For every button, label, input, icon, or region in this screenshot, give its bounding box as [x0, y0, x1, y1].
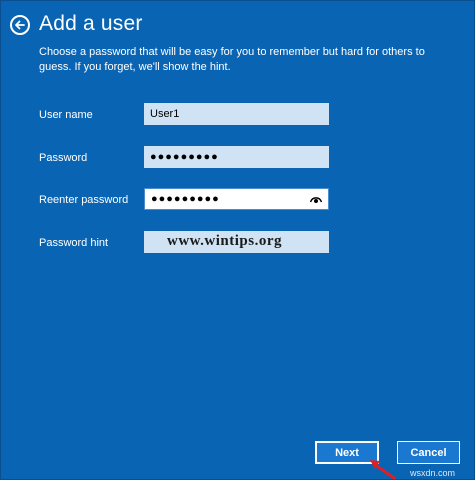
- username-label: User name: [39, 109, 93, 121]
- username-value: User1: [150, 108, 180, 120]
- page-subtitle: Choose a password that will be easy for …: [39, 46, 425, 73]
- password-field[interactable]: ●●●●●●●●●: [144, 146, 329, 168]
- reenter-password-label: Reenter password: [39, 194, 129, 206]
- cancel-button[interactable]: Cancel: [397, 441, 460, 464]
- password-value: ●●●●●●●●●: [150, 151, 219, 163]
- password-label: Password: [39, 152, 88, 164]
- back-button[interactable]: [10, 15, 30, 35]
- reenter-password-value: ●●●●●●●●●: [151, 193, 220, 205]
- page-title: Add a user: [39, 12, 143, 35]
- password-hint-label: Password hint: [39, 237, 109, 249]
- site-watermark: wsxdn.com: [410, 468, 456, 478]
- watermark: www.wintips.org: [167, 233, 283, 249]
- back-arrow-icon: [15, 20, 25, 30]
- reenter-password-field[interactable]: ●●●●●●●●●: [144, 188, 329, 210]
- red-arrow-annotation: [370, 460, 396, 480]
- eye-icon[interactable]: [310, 195, 322, 203]
- username-field[interactable]: User1: [144, 103, 329, 125]
